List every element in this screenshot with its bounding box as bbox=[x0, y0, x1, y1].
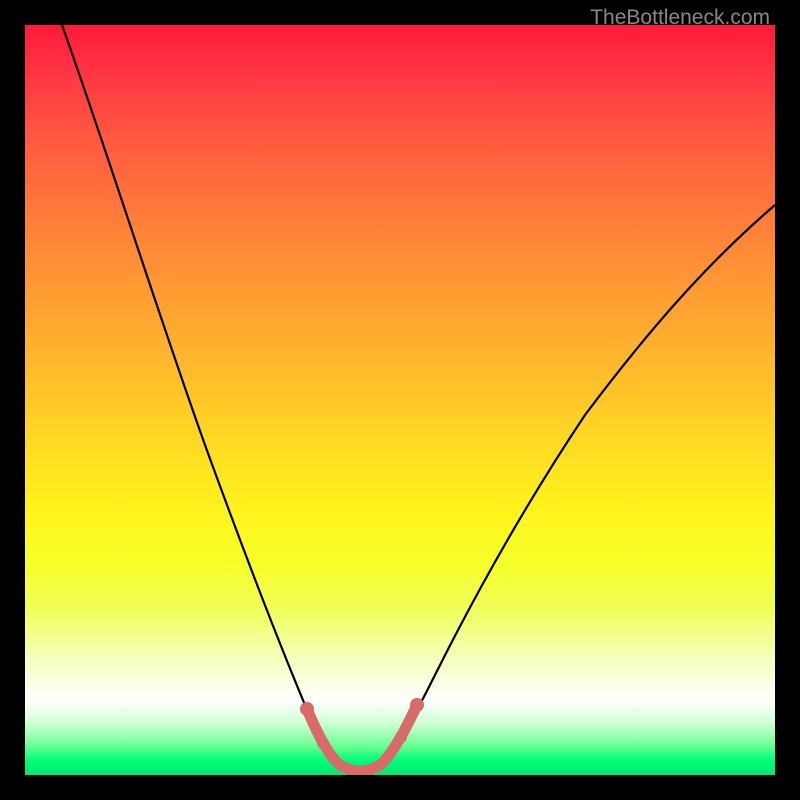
highlight-dot-mid1 bbox=[317, 737, 329, 749]
highlight-dot-left bbox=[300, 702, 314, 716]
watermark-text: TheBottleneck.com bbox=[590, 6, 770, 30]
highlight-dot-mid2 bbox=[395, 731, 407, 743]
plot-area bbox=[25, 25, 775, 775]
highlight-dot-right bbox=[410, 698, 424, 712]
bottleneck-curve-path bbox=[62, 25, 775, 771]
chart-container: TheBottleneck.com bbox=[0, 0, 800, 800]
curve-svg bbox=[25, 25, 775, 775]
